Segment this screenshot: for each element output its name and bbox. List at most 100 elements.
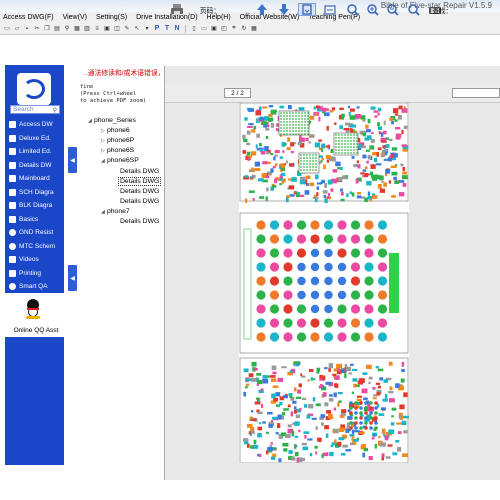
layers-icon[interactable]: ◫ xyxy=(113,25,121,33)
tree-node-phone-series[interactable]: ◢ phone_Series xyxy=(88,117,136,124)
toolbar-p-button[interactable]: P xyxy=(153,25,161,33)
open-icon[interactable]: ▱ xyxy=(13,25,21,33)
copy-icon[interactable]: ❐ xyxy=(43,25,51,33)
paste-icon[interactable]: ▤ xyxy=(53,25,61,33)
sidebar-item-label: Mainboard xyxy=(19,175,50,183)
grid-icon xyxy=(9,161,16,169)
save-icon[interactable]: ▪ xyxy=(23,25,31,33)
tree-node-label: phone6 xyxy=(107,127,130,134)
collapse-sidebar-handle[interactable]: ◀ xyxy=(68,147,77,173)
schematic-icon xyxy=(9,188,16,196)
refresh-icon[interactable]: ↻ xyxy=(240,25,248,33)
qq-penguin-icon[interactable] xyxy=(25,299,41,319)
toolbar-n-button[interactable]: N xyxy=(173,25,181,33)
crop-icon[interactable]: ⌗ xyxy=(230,25,238,33)
fit-icon[interactable]: ▣ xyxy=(210,25,218,33)
sidebar-item-label: Deluxe Ed. xyxy=(19,134,51,142)
tree-node-label: Details DWG xyxy=(120,178,160,185)
tree-node-details-dwg[interactable]: Details DWG xyxy=(120,198,159,205)
tree-node-label: Details DWG xyxy=(120,198,160,205)
sidebar-item-printing[interactable]: Printing xyxy=(9,267,63,281)
page-icon[interactable]: ▯ xyxy=(190,25,198,33)
tree-node-phone6p[interactable]: ▷ phone6P xyxy=(101,137,134,144)
fit-page-icon[interactable] xyxy=(298,3,316,16)
tree-node-label: phone6P xyxy=(107,137,135,144)
fit-width-icon[interactable] xyxy=(323,3,336,16)
cut-icon[interactable]: ✂ xyxy=(33,25,41,33)
board-icon[interactable]: ▦ xyxy=(250,25,258,33)
frame-icon[interactable]: ◰ xyxy=(220,25,228,33)
tree-node-phone6[interactable]: ▷ phone6 xyxy=(101,127,130,134)
menu-view[interactable]: View(V) xyxy=(63,14,87,21)
pcb-layout-canvas xyxy=(239,102,409,464)
sidebar-item-smart-qa[interactable]: Smart QA xyxy=(9,280,63,294)
tree-node-phone7[interactable]: ◢ phone7 xyxy=(101,208,130,215)
page-number-input[interactable]: 2 / 2 xyxy=(224,88,251,98)
online-qq-assistant[interactable]: Online QQ Asst xyxy=(5,327,67,334)
tree-node-details-dwg[interactable]: Details DWG xyxy=(120,218,159,225)
prev-page-icon[interactable] xyxy=(255,3,268,16)
zoom-icon[interactable]: ⚲ xyxy=(63,25,71,33)
menu-drive-installation[interactable]: Drive Installation(D) xyxy=(136,14,197,21)
zoom-icon[interactable] xyxy=(346,3,359,16)
actual-size-icon[interactable] xyxy=(407,3,420,16)
main-toolbar: ▭ ▱ ▪ ✂ ❐ ▤ ⚲ ▦ ▥ ≡ ▣ ◫ ✎ ↖ ▾ P T N ▯ ▭ … xyxy=(0,23,500,35)
search-icon[interactable]: ⚲ xyxy=(53,107,57,114)
pcb-board-drawing[interactable] xyxy=(239,102,409,464)
window-icon[interactable]: ▭ xyxy=(200,25,208,33)
tree-node-phone6sp[interactable]: ◢ phone6SP xyxy=(101,157,139,164)
zoom-in-icon[interactable] xyxy=(366,3,379,16)
sidebar-item-sch-diagram[interactable]: SCH Diagra xyxy=(9,186,63,200)
toolbar-t-button[interactable]: T xyxy=(163,25,171,33)
dropdown-icon[interactable]: ▾ xyxy=(143,25,151,33)
menu-official-website[interactable]: Official Website(W) xyxy=(240,14,300,21)
next-page-icon[interactable] xyxy=(277,3,290,16)
menu-setting[interactable]: Setting(S) xyxy=(96,14,127,21)
sidebar: Search ⚲ Access DW Deluxe Ed. Limited Ed… xyxy=(5,65,67,465)
sidebar-item-access-dwg[interactable]: Access DW xyxy=(9,118,63,132)
tree-node-label: phone6SP xyxy=(107,157,139,164)
sidebar-item-blk-diagram[interactable]: BLK Diagra xyxy=(9,199,63,213)
printer-icon xyxy=(9,269,16,277)
tree-node-phone6s[interactable]: ▷ phone6S xyxy=(101,147,134,154)
tree-node-label: phone6S xyxy=(107,147,135,154)
chevron-left-icon: ◀ xyxy=(70,157,75,164)
sidebar-item-basics[interactable]: Basics xyxy=(9,213,63,227)
sidebar-item-mtc-schem[interactable]: MTC Schem xyxy=(9,240,63,254)
app-logo xyxy=(17,73,51,105)
zoom-out-icon[interactable] xyxy=(386,3,399,16)
image-icon[interactable]: ▣ xyxy=(103,25,111,33)
table-icon[interactable]: ▥ xyxy=(83,25,91,33)
sidebar-item-details-dwg[interactable]: Details DW xyxy=(9,159,63,173)
chat-icon xyxy=(9,283,16,291)
sidebar-item-label: MTC Schem xyxy=(19,242,56,250)
tree-node-details-dwg[interactable]: Details DWG xyxy=(120,168,159,175)
tree-node-details-dwg-selected[interactable]: Details DWG xyxy=(118,177,162,186)
list-icon[interactable]: ≡ xyxy=(93,25,101,33)
sidebar-item-mainboard[interactable]: Mainboard xyxy=(9,172,63,186)
sidebar-item-label: Smart QA xyxy=(19,283,48,291)
sidebar-nav: Access DW Deluxe Ed. Limited Ed. Details… xyxy=(9,118,63,294)
search-placeholder: Search xyxy=(13,106,34,113)
sidebar-item-limited-ed[interactable]: Limited Ed. xyxy=(9,145,63,159)
sidebar-item-gnd-resist[interactable]: GND Resist xyxy=(9,226,63,240)
sidebar-item-label: Limited Ed. xyxy=(19,148,52,156)
block-icon xyxy=(9,202,16,210)
tree-node-details-dwg[interactable]: Details DWG xyxy=(120,188,159,195)
drawing-tree: fine (Press Ctrl+wheel to achieve PDF zo… xyxy=(80,84,164,474)
sidebar-item-deluxe-ed[interactable]: Deluxe Ed. xyxy=(9,132,63,146)
brush-icon[interactable]: ✎ xyxy=(123,25,131,33)
find-input[interactable] xyxy=(452,88,500,98)
sidebar-item-videos[interactable]: Videos xyxy=(9,253,63,267)
sidebar-item-label: SCH Diagra xyxy=(19,188,54,196)
viewer-toolbar xyxy=(165,84,500,103)
grid-icon[interactable]: ▦ xyxy=(73,25,81,33)
chevron-left-icon: ◀ xyxy=(70,275,75,282)
print-icon[interactable] xyxy=(170,3,184,16)
pointer-icon[interactable]: ↖ xyxy=(133,25,141,33)
search-input[interactable]: Search ⚲ xyxy=(10,105,60,114)
collapse-sidebar-handle-lower[interactable]: ◀ xyxy=(68,265,77,291)
menu-access-dwg[interactable]: Access DWG(F) xyxy=(3,14,54,21)
new-icon[interactable]: ▭ xyxy=(3,25,11,33)
grid-icon xyxy=(9,121,16,129)
